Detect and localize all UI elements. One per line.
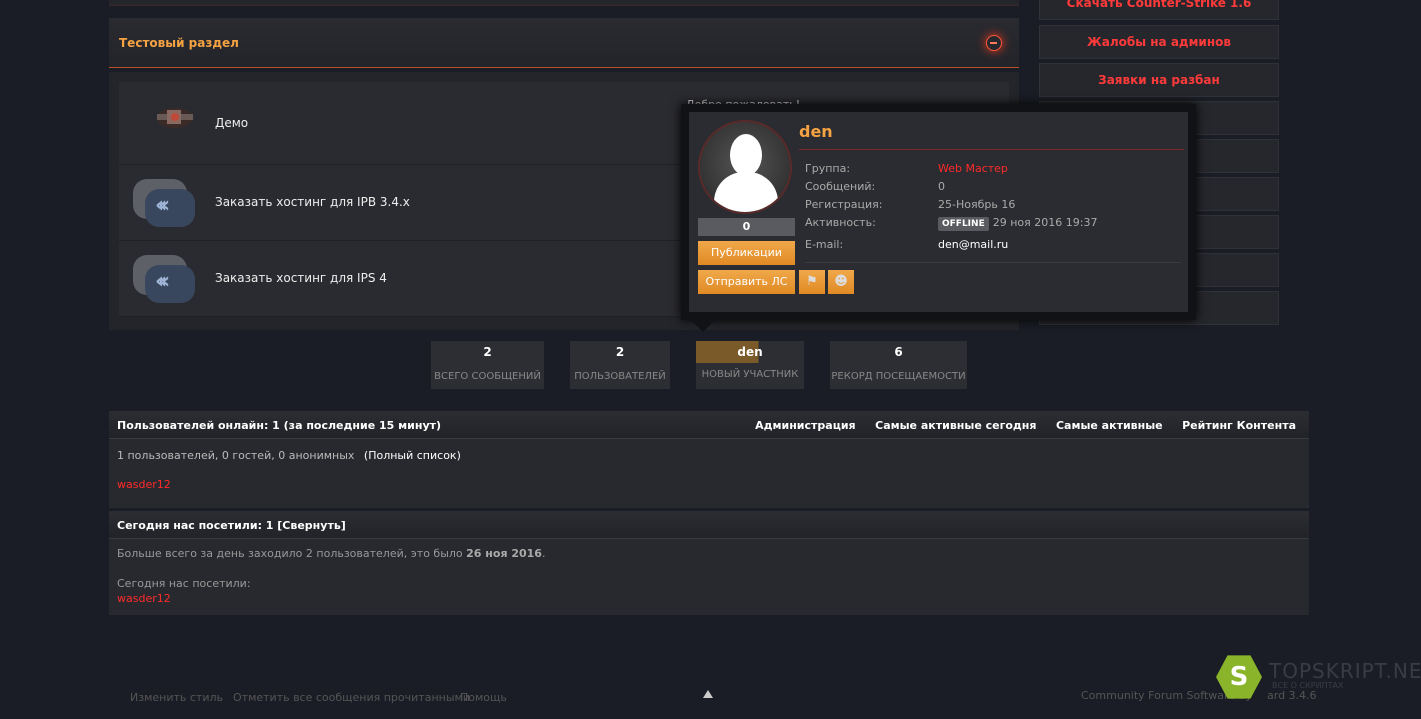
link-content-rating[interactable]: Рейтинг Контента	[1182, 419, 1296, 432]
copyright-version: ard 3.4.6	[1267, 689, 1317, 702]
stat-total-posts: 2 ВСЕГО СООБЩЕНИЙ	[431, 341, 544, 389]
registration-value: 25-Ноябрь 16	[938, 198, 1016, 211]
stat-record: 6 РЕКОРД ПОСЕЩАЕМОСТИ	[830, 341, 967, 389]
menu-item[interactable]: Скачать Counter-Strike 1.6	[1039, 0, 1279, 20]
stat-label: ПОЛЬЗОВАТЕЛЕЙ	[574, 371, 666, 382]
registration-label: Регистрация:	[805, 198, 883, 211]
warn-flag-icon[interactable]: ⚑	[799, 270, 825, 294]
stat-value: 2	[483, 345, 492, 359]
posts-label: Сообщений:	[805, 180, 876, 193]
hovercard-arrow	[691, 320, 715, 332]
stat-value: 6	[894, 345, 903, 359]
link-administration[interactable]: Администрация	[755, 419, 856, 432]
divider	[799, 149, 1184, 150]
online-summary-text: 1 пользователей, 0 гостей, 0 анонимных	[117, 449, 355, 462]
user-profile-icon[interactable]: ☻	[828, 270, 854, 294]
publications-button[interactable]: Публикации	[698, 241, 795, 265]
send-pm-button[interactable]: Отправить ЛС	[698, 270, 795, 294]
link-most-active-today[interactable]: Самые активные сегодня	[875, 419, 1036, 432]
watermark-subtitle: ВСЕ О СКРИПТАХ	[1272, 681, 1344, 690]
stat-users: 2 ПОЛЬЗОВАТЕЛЕЙ	[570, 341, 670, 389]
record-suffix: .	[541, 547, 546, 560]
link-most-active[interactable]: Самые активные	[1056, 419, 1163, 432]
forum-link[interactable]: Демо	[215, 116, 248, 130]
record-text: Больше всего за день заходило 2 пользова…	[117, 547, 545, 560]
record-date: 26 ноя 2016	[466, 547, 542, 560]
help-link[interactable]: Помощь	[460, 691, 507, 704]
group-value: Web Мастер	[938, 162, 1008, 175]
mark-read-link[interactable]: Отметить все сообщения прочитанными	[233, 691, 470, 704]
today-visitors-panel: Сегодня нас посетили: 1 [Свернуть] Больш…	[109, 511, 1309, 615]
today-visitors-title[interactable]: Сегодня нас посетили: 1 [Свернуть]	[117, 519, 346, 532]
stat-value: 2	[615, 345, 625, 359]
online-user-link[interactable]: wasder12	[117, 478, 171, 491]
stat-label: РЕКОРД ПОСЕЩАЕМОСТИ	[831, 371, 966, 382]
reputation-badge: 0	[698, 218, 795, 236]
group-label: Группа:	[805, 162, 851, 175]
activity-value: 29 ноя 2016 19:37	[992, 216, 1098, 229]
email-label: E-mail:	[805, 238, 844, 251]
online-users-title: Пользователей онлайн: 1 (за последние 15…	[117, 419, 442, 432]
email-value: den@mail.ru	[938, 238, 1009, 251]
online-links: Администрация Самые активные сегодня Сам…	[739, 419, 1296, 432]
hovercard-username[interactable]: den	[799, 122, 833, 141]
chat-bubbles-icon: ‹‹‹	[131, 173, 201, 233]
avatar[interactable]	[698, 120, 792, 214]
stat-label: ВСЕГО СООБЩЕНИЙ	[434, 371, 541, 382]
online-users-header: Пользователей онлайн: 1 (за последние 15…	[109, 411, 1309, 439]
previous-section-bottom	[109, 0, 1019, 6]
full-list-link[interactable]: (Полный список)	[364, 449, 461, 462]
menu-item[interactable]: Заявки на разбан	[1039, 63, 1279, 97]
category-title[interactable]: Тестовый раздел	[119, 36, 239, 50]
change-style-link[interactable]: Изменить стиль	[130, 691, 223, 704]
stat-label: НОВЫЙ УЧАСТНИК	[701, 369, 799, 380]
menu-item[interactable]: Жалобы на админов	[1039, 25, 1279, 59]
visited-user-link[interactable]: wasder12	[117, 592, 171, 605]
record-prefix: Больше всего за день заходило 2 пользова…	[117, 547, 467, 560]
user-hovercard: den 0 Публикации Отправить ЛС ⚑ ☻ Группа…	[689, 112, 1188, 312]
gun-icon	[131, 92, 201, 152]
visited-label: Сегодня нас посетили:	[117, 577, 251, 590]
posts-value: 0	[938, 180, 945, 193]
forum-link[interactable]: Заказать хостинг для IPS 4	[215, 271, 387, 285]
activity-label: Активность:	[805, 216, 876, 229]
offline-badge: OFFLINE	[938, 217, 989, 231]
today-visitors-header: Сегодня нас посетили: 1 [Свернуть]	[109, 511, 1309, 539]
online-users-panel: Пользователей онлайн: 1 (за последние 15…	[109, 411, 1309, 508]
stat-value[interactable]: den	[696, 341, 804, 363]
activity-value-wrap: OFFLINE 29 ноя 2016 19:37	[938, 216, 1097, 231]
forum-link[interactable]: Заказать хостинг для IPB 3.4.x	[215, 195, 410, 209]
back-to-top-icon[interactable]	[703, 690, 713, 698]
watermark-name: TOPSKRIPT.NET	[1269, 659, 1421, 683]
online-summary: 1 пользователей, 0 гостей, 0 анонимных (…	[117, 449, 461, 462]
category-header: Тестовый раздел	[109, 18, 1019, 68]
divider	[805, 262, 1181, 263]
collapse-icon[interactable]	[986, 35, 1002, 51]
stat-newest-member: den НОВЫЙ УЧАСТНИК	[696, 341, 804, 389]
chat-bubbles-icon: ‹‹‹	[131, 249, 201, 309]
